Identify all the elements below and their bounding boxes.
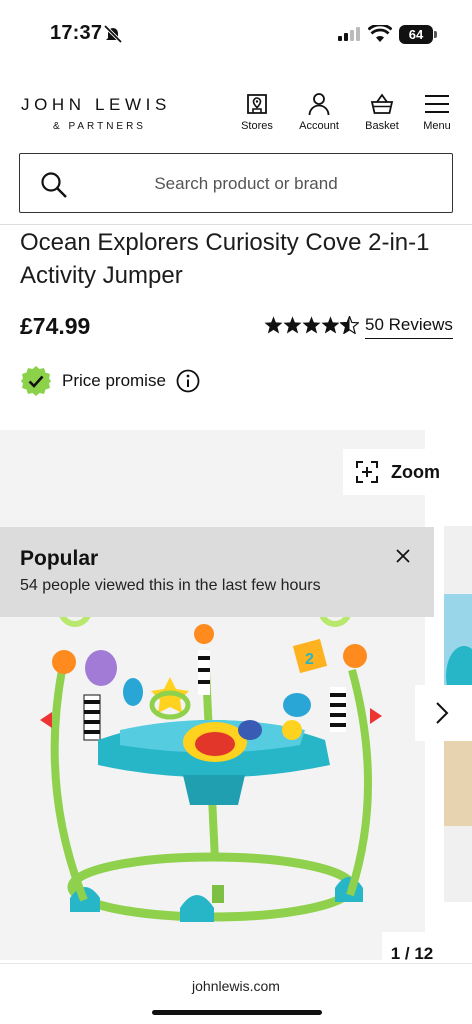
muted-bell-icon — [103, 25, 123, 43]
next-image-button[interactable] — [415, 685, 472, 741]
site-header: JOHN LEWIS & PARTNERS Stores Account Bas… — [0, 82, 472, 142]
star-rating[interactable] — [264, 316, 359, 334]
close-icon[interactable] — [395, 548, 411, 564]
header-divider — [0, 224, 472, 225]
price-promise[interactable]: Price promise — [20, 365, 200, 397]
hamburger-icon — [425, 95, 449, 113]
basket-label: Basket — [365, 120, 399, 132]
store-icon — [247, 94, 267, 114]
signal-icon — [338, 27, 360, 41]
product-image[interactable]: 2 — [0, 430, 425, 960]
zoom-button[interactable]: Zoom — [343, 449, 453, 495]
menu-button[interactable]: Menu — [421, 92, 453, 132]
person-icon — [308, 93, 330, 116]
image-counter: 1 / 12 — [382, 932, 442, 964]
popular-text: 54 people viewed this in the last few ho… — [20, 577, 321, 594]
star-icon — [321, 316, 340, 334]
logo-wordmark: JOHN LEWIS — [21, 95, 171, 114]
chevron-right-icon — [436, 702, 449, 724]
account-button[interactable]: Account — [296, 92, 342, 132]
search-placeholder: Search product or brand — [154, 174, 338, 193]
popular-banner: Popular 54 people viewed this in the las… — [0, 527, 434, 617]
star-icon — [302, 316, 321, 334]
john-lewis-logo[interactable]: JOHN LEWIS & PARTNERS — [21, 95, 171, 132]
logo-subline: & PARTNERS — [53, 121, 146, 132]
wifi-icon — [368, 25, 392, 42]
stores-label: Stores — [241, 120, 273, 132]
half-star-icon — [340, 316, 359, 334]
star-icon — [264, 316, 283, 334]
account-label: Account — [299, 120, 339, 132]
url-label[interactable]: johnlewis.com — [0, 978, 472, 994]
product-title: Ocean Explorers Curiosity Cove 2-in-1 Ac… — [20, 229, 430, 289]
stores-button[interactable]: Stores — [240, 92, 274, 132]
browser-bottom-bar: johnlewis.com — [0, 963, 472, 1024]
popular-title: Popular — [20, 547, 99, 570]
battery-indicator: 64 — [399, 25, 433, 44]
search-input[interactable]: Search product or brand — [19, 153, 453, 213]
basket-icon — [370, 93, 394, 114]
reviews-link[interactable]: 50 Reviews — [365, 315, 453, 339]
product-image-gallery[interactable]: 2 — [0, 430, 425, 960]
zoom-label: Zoom — [391, 461, 440, 482]
menu-label: Menu — [423, 120, 451, 132]
info-icon[interactable] — [176, 369, 200, 393]
basket-button[interactable]: Basket — [364, 92, 400, 132]
product-price: £74.99 — [20, 313, 91, 339]
home-indicator[interactable] — [152, 1010, 322, 1015]
price-promise-label: Price promise — [62, 371, 166, 390]
toy-number-glyph: 2 — [305, 651, 314, 668]
zoom-icon — [356, 461, 378, 483]
star-icon — [283, 316, 302, 334]
status-time: 17:37 — [50, 22, 103, 44]
price-promise-badge-icon — [21, 366, 51, 396]
status-bar: 17:37 64 — [0, 0, 472, 66]
battery-nub — [434, 31, 437, 38]
